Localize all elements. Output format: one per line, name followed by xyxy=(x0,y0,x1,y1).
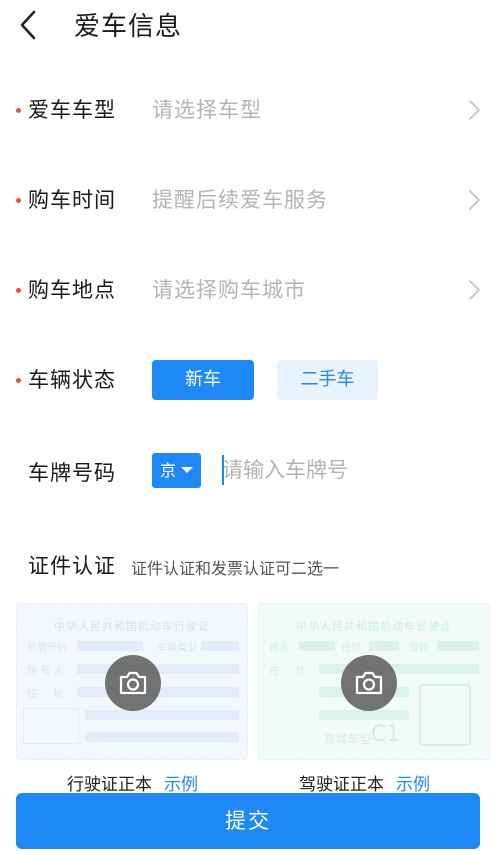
back-arrow-icon xyxy=(20,10,36,40)
card-caption: 驾驶证正本 示例 xyxy=(299,770,430,795)
vehicle-status-label: 车辆状态 xyxy=(28,368,116,392)
vehicle-status-row: 车辆状态 新车 二手车 xyxy=(0,360,500,400)
required-dot xyxy=(16,288,21,293)
camera-icon xyxy=(119,671,147,695)
chevron-right-icon xyxy=(469,100,480,120)
card-caption: 行驶证正本 示例 xyxy=(67,770,198,795)
doc-photo xyxy=(419,684,471,746)
back-button[interactable] xyxy=(14,8,44,42)
doc-field-decoration: 号牌号码 xyxy=(27,643,67,654)
doc-field-bar xyxy=(77,641,143,651)
province-selector[interactable]: 京 xyxy=(152,453,201,488)
required-dot xyxy=(16,198,21,203)
doc-field-decoration: 所 有 人 xyxy=(27,666,64,677)
camera-button[interactable] xyxy=(105,655,161,711)
status-option-new[interactable]: 新车 xyxy=(152,360,254,400)
model-label: 爱车车型 xyxy=(28,98,116,122)
purchase-place-placeholder: 请选择购车城市 xyxy=(152,278,306,302)
nav-bar: 爱车信息 xyxy=(0,0,500,52)
example-link[interactable]: 示例 xyxy=(164,775,198,795)
driver-license-upload[interactable]: 中华人民共和国机动车驾驶证 姓名 性别 国籍 住 址 准驾车型 C1 xyxy=(258,603,490,760)
doc-title: 中华人民共和国机动车驾驶证 xyxy=(296,620,452,633)
example-link[interactable]: 示例 xyxy=(396,775,430,795)
doc-field-bar xyxy=(299,641,335,651)
text-cursor xyxy=(222,455,224,485)
purchase-place-row[interactable]: 购车地点 请选择购车城市 xyxy=(0,270,500,310)
doc-field-bar xyxy=(319,710,409,720)
doc-field-decoration: 住 址 xyxy=(269,666,306,677)
plate-row: 车牌号码 京 xyxy=(0,452,500,492)
required-dot xyxy=(16,108,21,113)
camera-icon xyxy=(355,671,383,695)
submit-button[interactable]: 提交 xyxy=(16,793,480,849)
purchase-time-row[interactable]: 购车时间 提醒后续爱车服务 xyxy=(0,180,500,220)
page-title: 爱车信息 xyxy=(74,12,183,42)
caption-text: 驾驶证正本 xyxy=(299,775,384,795)
caret-down-icon xyxy=(181,467,193,473)
cert-section-title: 证件认证 xyxy=(28,554,116,578)
doc-field-bar xyxy=(201,641,239,651)
doc-field-bar xyxy=(85,710,239,720)
cert-section-hint: 证件认证和发票认证可二选一 xyxy=(131,559,340,578)
doc-field-decoration: 住 址 xyxy=(27,689,64,700)
status-option-used[interactable]: 二手车 xyxy=(277,360,378,400)
purchase-time-label: 购车时间 xyxy=(28,188,116,212)
plate-input[interactable] xyxy=(222,452,482,488)
purchase-place-label: 购车地点 xyxy=(28,278,116,302)
doc-field-decoration: 车辆类型 xyxy=(157,643,197,654)
model-placeholder: 请选择车型 xyxy=(152,98,262,122)
camera-button[interactable] xyxy=(341,655,397,711)
doc-field-decoration: 性别 xyxy=(341,643,361,654)
driving-license-upload[interactable]: 中华人民共和国机动车行驶证 号牌号码 车辆类型 所 有 人 住 址 xyxy=(16,603,248,760)
doc-title: 中华人民共和国机动车行驶证 xyxy=(54,620,210,633)
doc-field-decoration: C1 xyxy=(371,722,401,747)
doc-field-decoration: 国籍 xyxy=(409,643,429,654)
doc-stamp xyxy=(23,708,79,744)
doc-field-bar xyxy=(85,732,239,742)
purchase-time-placeholder: 提醒后续爱车服务 xyxy=(152,188,328,212)
plate-label: 车牌号码 xyxy=(28,461,116,485)
chevron-right-icon xyxy=(469,190,480,210)
doc-field-bar xyxy=(437,641,479,651)
caption-text: 行驶证正本 xyxy=(67,775,152,795)
required-dot xyxy=(16,378,21,383)
doc-field-decoration: 姓名 xyxy=(269,643,289,654)
province-value: 京 xyxy=(160,461,177,480)
doc-field-decoration: 准驾车型 xyxy=(323,732,372,746)
chevron-right-icon xyxy=(469,280,480,300)
doc-field-bar xyxy=(369,641,399,651)
model-row[interactable]: 爱车车型 请选择车型 xyxy=(0,90,500,130)
